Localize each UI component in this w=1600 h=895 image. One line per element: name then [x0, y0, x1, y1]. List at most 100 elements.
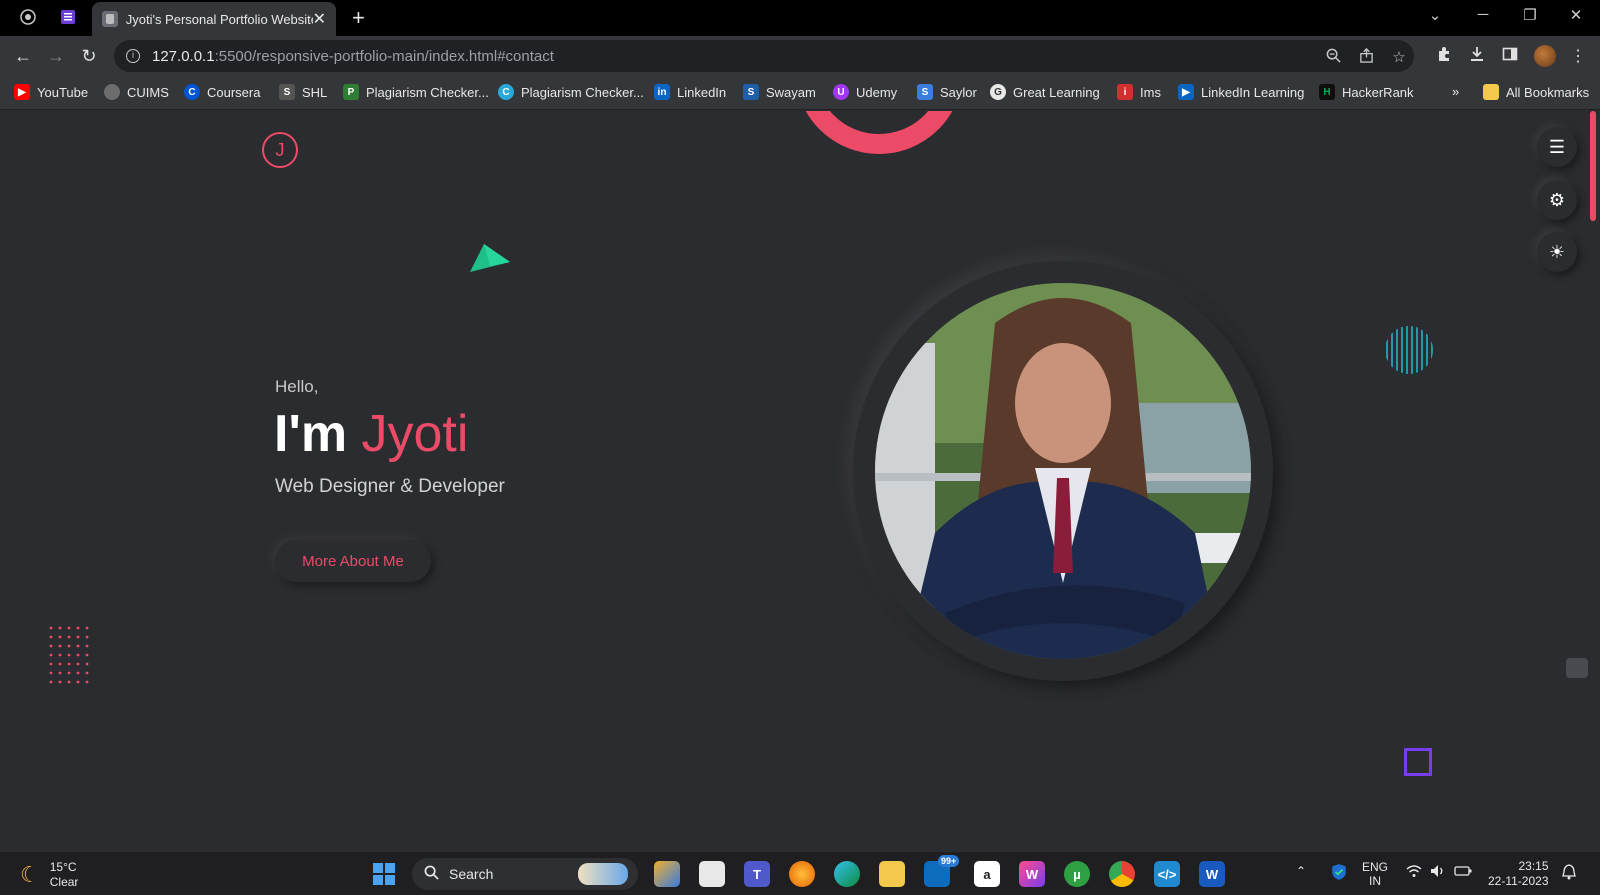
swayam-icon: S — [743, 84, 759, 100]
nav-toggle-button[interactable]: ☰ — [1537, 127, 1577, 167]
bookmark-linkedin[interactable]: in LinkedIn — [654, 84, 726, 100]
bookmark-label: Great Learning — [1013, 84, 1100, 100]
more-about-me-button[interactable]: More About Me — [275, 540, 431, 582]
clock-date: 22-11-2023 — [1488, 874, 1549, 888]
opera-gx-icon[interactable]: W — [1019, 861, 1045, 887]
firefox-icon[interactable] — [789, 861, 815, 887]
bookmark-great-learning[interactable]: G Great Learning — [990, 84, 1100, 100]
security-shield-icon[interactable] — [1330, 863, 1348, 884]
bookmark-cuims[interactable]: CUIMS — [104, 84, 169, 100]
amazon-icon[interactable]: a — [974, 861, 1000, 887]
day-night-toggle-button[interactable]: ☀ — [1537, 232, 1577, 272]
teams-icon[interactable]: T — [744, 861, 770, 887]
url-host: 127.0.0.1 — [152, 47, 215, 65]
tab-close-icon[interactable]: ✕ — [313, 9, 326, 29]
address-bar[interactable]: i 127.0.0.1 :5500/responsive-portfolio-m… — [114, 40, 1414, 72]
vscode-icon[interactable]: </> — [1154, 861, 1180, 887]
profile-photo — [875, 283, 1251, 659]
new-tab-button[interactable]: + — [352, 5, 365, 31]
chat-widget-icon[interactable] — [1566, 658, 1588, 678]
bookmark-label: Coursera — [207, 84, 261, 100]
reload-button[interactable]: ↻ — [78, 45, 100, 67]
folder-icon — [1483, 84, 1499, 100]
restore-button[interactable]: ❐ — [1520, 6, 1540, 24]
clock[interactable]: 23:15 22-11-2023 — [1488, 859, 1549, 889]
share-icon[interactable] — [1357, 48, 1375, 67]
wifi-icon[interactable] — [1406, 864, 1422, 881]
battery-icon[interactable] — [1454, 864, 1472, 881]
linkedin-learning-icon: ▶ — [1178, 84, 1194, 100]
bookmark-ims[interactable]: i Ims — [1117, 84, 1161, 100]
sun-icon: ☀ — [1548, 241, 1566, 262]
bookmark-plagiarism-checker-1[interactable]: P Plagiarism Checker... — [343, 84, 489, 100]
mail-icon[interactable]: 99+ — [924, 855, 960, 887]
menu-kebab-icon[interactable]: ⋮ — [1568, 46, 1588, 66]
bookmark-hackerrank[interactable]: H HackerRank — [1319, 84, 1414, 100]
bookmark-saylor[interactable]: S Saylor — [917, 84, 977, 100]
all-bookmarks-button[interactable]: All Bookmarks — [1483, 84, 1589, 100]
back-button[interactable]: ← — [12, 45, 34, 67]
word-icon[interactable]: W — [1199, 861, 1225, 887]
taskbar-search[interactable]: Search — [412, 858, 638, 890]
role-text: Web Designer & Developer — [275, 476, 505, 497]
windows-logo-tile — [385, 875, 395, 885]
hamburger-icon: ☰ — [1548, 136, 1566, 157]
task-view-icon[interactable] — [699, 861, 725, 887]
forward-button[interactable]: → — [45, 45, 67, 67]
tab-favicon-icon — [102, 11, 118, 27]
headline-prefix: I'm — [274, 405, 362, 463]
tab-list-chevron-icon[interactable]: ⌄ — [1425, 6, 1445, 24]
bookmark-linkedin-learning[interactable]: ▶ LinkedIn Learning — [1178, 84, 1304, 100]
volume-icon[interactable] — [1430, 864, 1446, 881]
downloads-icon[interactable] — [1467, 46, 1487, 67]
chrome-icon[interactable] — [1109, 861, 1135, 887]
gear-icon: ⚙ — [1548, 189, 1566, 210]
style-switcher-button[interactable]: ⚙ — [1537, 180, 1577, 220]
decorative-dot-grid — [49, 626, 89, 684]
tab-search-icon[interactable] — [58, 7, 78, 27]
profile-globe-icon[interactable] — [18, 7, 38, 27]
browser-tab-bar: Jyoti's Personal Portfolio Website ✕ + ⌄… — [0, 0, 1600, 36]
page-scrollbar[interactable] — [1590, 111, 1596, 221]
overflow-chevron-icon: » — [1452, 84, 1460, 99]
bookmark-plagiarism-checker-2[interactable]: C Plagiarism Checker... — [498, 84, 644, 100]
bookmark-youtube[interactable]: ▶ YouTube — [14, 84, 88, 100]
coursera-icon: C — [184, 84, 200, 100]
bookmark-star-icon[interactable]: ☆ — [1390, 48, 1408, 66]
minimize-button[interactable]: ─ — [1473, 6, 1493, 23]
weather-widget[interactable]: ☾ 15°C Clear — [20, 860, 78, 890]
close-window-button[interactable]: ✕ — [1566, 6, 1586, 24]
zoom-icon[interactable] — [1324, 48, 1342, 67]
decorative-triangle — [470, 244, 510, 272]
active-tab[interactable]: Jyoti's Personal Portfolio Website ✕ — [92, 2, 336, 36]
start-button[interactable] — [373, 863, 395, 885]
file-explorer-icon[interactable] — [879, 861, 905, 887]
plagiarism-icon: C — [498, 84, 514, 100]
bookmark-label: Swayam — [766, 84, 816, 100]
bookmark-coursera[interactable]: C Coursera — [184, 84, 260, 100]
edge-icon[interactable] — [834, 861, 860, 887]
extensions-icon[interactable] — [1434, 46, 1454, 67]
widgets-app-icon[interactable] — [654, 861, 680, 887]
clock-time: 23:15 — [1518, 859, 1549, 873]
show-hidden-icons-chevron-icon[interactable]: ⌃ — [1296, 864, 1306, 878]
bookmark-label: HackerRank — [1342, 84, 1414, 100]
bookmarks-overflow-button[interactable]: » — [1452, 84, 1459, 99]
site-info-icon[interactable]: i — [126, 49, 140, 63]
bookmark-label: YouTube — [37, 84, 89, 100]
side-panel-icon[interactable] — [1500, 46, 1520, 67]
bookmark-label: Plagiarism Checker... — [366, 84, 489, 100]
bookmark-label: SHL — [302, 84, 328, 100]
plagiarism-icon: P — [343, 84, 359, 100]
bookmark-shl[interactable]: S SHL — [279, 84, 327, 100]
url-path: :5500/responsive-portfolio-main/index.ht… — [214, 47, 554, 65]
bookmark-udemy[interactable]: U Udemy — [833, 84, 897, 100]
site-logo[interactable]: J — [262, 132, 298, 168]
bookmarks-bar: ▶ YouTube CUIMS C Coursera S SHL P Plagi… — [0, 76, 1600, 110]
bookmark-swayam[interactable]: S Swayam — [743, 84, 816, 100]
language-indicator[interactable]: ENG IN — [1362, 860, 1388, 888]
profile-avatar[interactable] — [1534, 45, 1556, 67]
utorrent-icon[interactable]: µ — [1064, 861, 1090, 887]
notification-bell-icon[interactable] — [1562, 864, 1576, 883]
bookmark-label: Saylor — [940, 84, 977, 100]
